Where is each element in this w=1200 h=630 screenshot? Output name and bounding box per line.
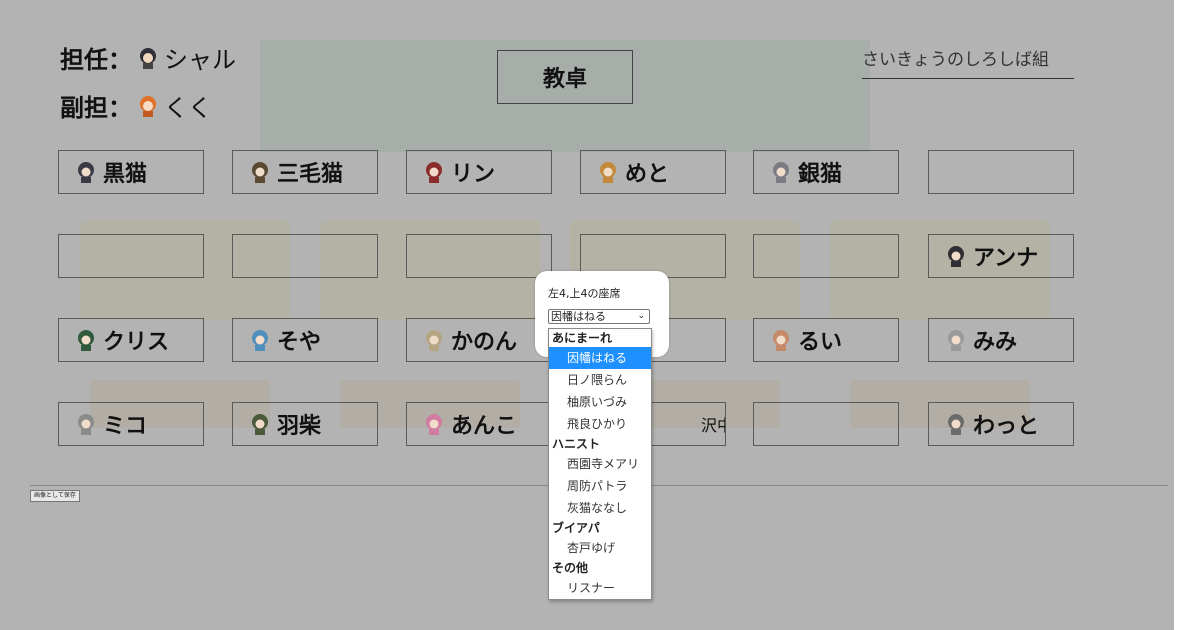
member-avatar-icon — [600, 162, 616, 183]
option-group-header: あにまーれ — [552, 331, 613, 345]
member-option[interactable]: 周防パトラ — [549, 475, 651, 497]
homeroom-teacher: 担任： シャル — [60, 40, 236, 75]
member-avatar-icon — [252, 330, 268, 351]
seat-2-6[interactable]: アンナ — [928, 234, 1074, 278]
assistant-teacher: 副担： くく — [60, 88, 212, 123]
member-avatar-icon — [426, 414, 442, 435]
member-option[interactable]: 飛良ひかり — [549, 413, 651, 435]
seat-1-3[interactable]: リン — [406, 150, 552, 194]
member-avatar-icon — [773, 330, 789, 351]
seat-name: 銀猫 — [798, 162, 843, 187]
chevron-down-icon: ⌄ — [637, 311, 645, 321]
seat-name: かのん — [451, 330, 518, 355]
seat-name: 三毛猫 — [277, 162, 344, 187]
class-name: さいきょうのしろしば組 — [862, 45, 1074, 79]
seat-4-6[interactable]: わっと — [928, 402, 1074, 446]
seat-1-5[interactable]: 銀猫 — [753, 150, 899, 194]
member-avatar-icon — [252, 414, 268, 435]
member-avatar-icon — [426, 330, 442, 351]
seat-name: あんこ — [451, 414, 518, 439]
option-group-header: ハニスト — [552, 437, 601, 451]
page-margin — [1174, 0, 1200, 630]
assistant-name: くく — [164, 94, 212, 122]
seat-4-2[interactable]: 羽柴 — [232, 402, 378, 446]
seat-1-6[interactable] — [928, 150, 1074, 194]
seat-1-4[interactable]: めと — [580, 150, 726, 194]
member-avatar-icon — [773, 162, 789, 183]
seat-name: 沢中 — [701, 416, 725, 435]
seat-3-2[interactable]: そや — [232, 318, 378, 362]
member-avatar-icon — [252, 162, 268, 183]
seating-chart-page: 担任： シャル 副担： くく 教卓 さいきょうのしろしば組 黒猫 三毛猫 リン めと 銀… — [0, 0, 1200, 630]
option-group-header: ブイアパ — [552, 521, 600, 535]
seat-name: 黒猫 — [103, 162, 148, 187]
member-avatar-icon — [948, 330, 964, 351]
seat-name: 羽柴 — [277, 414, 322, 439]
seat-name: るい — [798, 330, 843, 355]
member-option[interactable]: 日ノ隈らん — [549, 369, 651, 391]
seat-name: リン — [451, 162, 496, 187]
member-option[interactable]: 灰猫ななし — [549, 497, 651, 519]
seat-3-1[interactable]: クリス — [58, 318, 204, 362]
seat-name: みみ — [973, 330, 1018, 355]
seat-2-2[interactable] — [232, 234, 378, 278]
member-option[interactable]: 因幡はねる — [549, 347, 651, 369]
seat-4-1[interactable]: ミコ — [58, 402, 204, 446]
seat-name: ミコ — [103, 414, 148, 439]
homeroom-name: シャル — [164, 46, 236, 74]
teacher-desk: 教卓 — [497, 50, 633, 104]
member-avatar-icon — [426, 162, 442, 183]
seat-1-1[interactable]: 黒猫 — [58, 150, 204, 194]
seat-1-2[interactable]: 三毛猫 — [232, 150, 378, 194]
member-option[interactable]: リスナー — [549, 577, 651, 599]
member-avatar-icon — [948, 414, 964, 435]
seat-name: クリス — [103, 330, 170, 355]
seat-4-3[interactable]: あんこ — [406, 402, 552, 446]
member-option[interactable]: 西園寺メアリ — [549, 453, 651, 475]
member-avatar-icon — [948, 246, 964, 267]
option-group-header: その他 — [552, 561, 589, 575]
orange-hair-avatar-icon — [140, 95, 156, 117]
seat-2-3[interactable] — [406, 234, 552, 278]
member-avatar-icon — [78, 330, 94, 351]
seat-2-5[interactable] — [753, 234, 899, 278]
save-as-image-button[interactable]: 画像として保存 — [30, 490, 80, 502]
seat-name: アンナ — [973, 246, 1039, 271]
seat-4-5[interactable] — [753, 402, 899, 446]
seat-name: そや — [277, 330, 322, 355]
member-select[interactable]: 因幡はねる ⌄ — [548, 309, 650, 324]
seat-3-3[interactable]: かのん — [406, 318, 552, 362]
homeroom-label: 担任： — [60, 46, 132, 74]
assistant-label: 副担： — [60, 94, 132, 122]
dark-hair-avatar-icon — [140, 47, 156, 69]
member-dropdown-list: あにまーれ因幡はねる 日ノ隈らん 柚原いづみ 飛良ひかりハニスト西園寺メアリ 周防パトラ… — [548, 328, 652, 600]
seat-name: めと — [625, 162, 670, 187]
member-avatar-icon — [78, 162, 94, 183]
popup-title: 左4,上4の座席 — [548, 287, 621, 300]
seat-2-1[interactable] — [58, 234, 204, 278]
seat-name: わっと — [973, 414, 1040, 439]
select-value: 因幡はねる — [551, 310, 606, 323]
seat-3-5[interactable]: るい — [753, 318, 899, 362]
member-avatar-icon — [78, 414, 94, 435]
seat-3-6[interactable]: みみ — [928, 318, 1074, 362]
member-option[interactable]: 柚原いづみ — [549, 391, 651, 413]
member-option[interactable]: 杏戸ゆげ — [549, 537, 651, 559]
